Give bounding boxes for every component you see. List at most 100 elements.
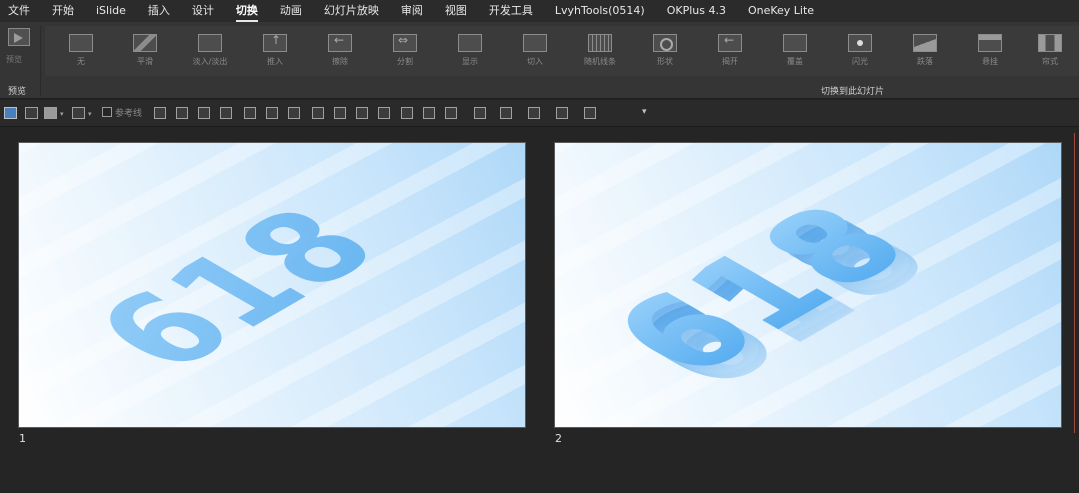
transition-cut-icon — [523, 34, 547, 52]
menu-onekey[interactable]: OneKey Lite — [748, 0, 814, 22]
powerpoint-window: 文件 开始 iSlide 插入 设计 切换 动画 幻灯片放映 审阅 视图 开发工… — [0, 0, 1079, 493]
menu-design[interactable]: 设计 — [192, 0, 214, 22]
transition-label: 揭开 — [722, 57, 738, 66]
preview-group: 预览 预览 — [0, 22, 38, 99]
transition-shape-icon — [653, 34, 677, 52]
transition-push[interactable]: 推入 — [245, 26, 305, 76]
menu-lvyhtools[interactable]: LvyhTools(0514) — [555, 0, 645, 22]
transition-label: 擦除 — [332, 57, 348, 66]
transition-shape[interactable]: 形状 — [635, 26, 695, 76]
transitions-ribbon: 预览 预览 无 平滑 淡入/淡出 推入 擦除 — [0, 22, 1079, 99]
transition-label: 悬挂 — [982, 57, 998, 66]
transition-split-icon — [393, 33, 417, 52]
transition-cut[interactable]: 切入 — [505, 26, 565, 76]
align-top-icon[interactable] — [244, 107, 256, 119]
transition-fall-icon — [913, 34, 937, 52]
transition-none-icon — [69, 34, 93, 52]
menu-okplus[interactable]: OKPlus 4.3 — [667, 0, 726, 22]
transition-curtains[interactable]: 帘式 — [1020, 26, 1079, 76]
transition-label: 闪光 — [852, 57, 868, 66]
slide-2-art-text: 618 — [576, 184, 945, 397]
menu-developer[interactable]: 开发工具 — [489, 0, 533, 22]
transition-gallery: 无 平滑 淡入/淡出 推入 擦除 分割 — [45, 26, 1079, 76]
send-backward-icon[interactable] — [176, 107, 188, 119]
transition-label: 帘式 — [1042, 57, 1058, 66]
preview-button-label: 预览 — [6, 55, 22, 64]
menu-home[interactable]: 开始 — [52, 0, 74, 22]
menu-transitions[interactable]: 切换 — [235, 0, 258, 22]
transition-label: 形状 — [657, 57, 673, 66]
transition-none[interactable]: 无 — [51, 26, 111, 76]
transition-push-icon — [263, 33, 287, 52]
align-baseline-icon[interactable] — [288, 107, 300, 119]
preview-icon — [8, 28, 30, 46]
menu-insert[interactable]: 插入 — [148, 0, 170, 22]
menu-review[interactable]: 审阅 — [401, 0, 423, 22]
extruded-618-artwork: 618 618 618 — [576, 184, 967, 409]
reference-line-label: 参考线 — [115, 109, 143, 119]
transition-fade[interactable]: 淡入/淡出 — [180, 26, 240, 76]
group-icon[interactable] — [474, 107, 486, 119]
transition-cover[interactable]: 覆盖 — [765, 26, 825, 76]
menu-animations[interactable]: 动画 — [280, 0, 302, 22]
slide-thumbnail-2[interactable]: 618 618 618 — [554, 142, 1062, 428]
preview-group-title: 预览 — [8, 87, 27, 97]
effects-icon[interactable] — [528, 107, 540, 119]
delete-background-icon[interactable] — [25, 107, 38, 119]
transition-label: 显示 — [462, 57, 478, 66]
menu-slideshow[interactable]: 幻灯片放映 — [324, 0, 379, 22]
transition-label: 推入 — [267, 57, 283, 66]
preview-button[interactable]: 预览 — [4, 26, 34, 66]
transition-drape[interactable]: 悬挂 — [960, 26, 1020, 76]
transition-morph[interactable]: 平滑 — [115, 26, 175, 76]
transition-label: 跌落 — [917, 57, 933, 66]
distribute-icon[interactable] — [378, 107, 390, 119]
transition-fall[interactable]: 跌落 — [895, 26, 955, 76]
transition-label: 淡入/淡出 — [192, 57, 228, 66]
transition-uncover-icon — [718, 33, 742, 52]
transition-cover-icon — [783, 34, 807, 52]
image-icon[interactable] — [401, 107, 413, 119]
slide-thumbnail-1[interactable]: 618 — [18, 142, 526, 428]
shape-icon[interactable] — [445, 107, 457, 119]
transition-flash[interactable]: 闪光 — [830, 26, 890, 76]
transition-uncover[interactable]: 揭开 — [700, 26, 760, 76]
toolbar-more-icon[interactable]: ▾ — [642, 107, 647, 117]
text-box-icon[interactable] — [423, 107, 435, 119]
line-icon[interactable] — [556, 107, 568, 119]
slide-number-2: 2 — [555, 432, 562, 445]
menu-file[interactable]: 文件 — [8, 0, 30, 22]
slide-size-icon[interactable] — [4, 107, 17, 119]
transition-curtains-icon — [1038, 34, 1062, 52]
transition-wipe-icon — [328, 33, 352, 52]
fill-color-icon[interactable] — [44, 107, 57, 119]
transition-morph-icon — [133, 34, 157, 52]
outline-color-icon[interactable] — [72, 107, 85, 119]
transition-reveal-icon — [458, 34, 482, 52]
crop-icon[interactable] — [584, 107, 596, 119]
chevron-down-icon[interactable]: ▾ — [60, 110, 64, 118]
chevron-down-icon[interactable]: ▾ — [88, 110, 92, 118]
transition-wipe[interactable]: 擦除 — [310, 26, 370, 76]
bring-forward-icon[interactable] — [154, 107, 166, 119]
align-left-icon[interactable] — [312, 107, 324, 119]
vertical-scrollbar[interactable] — [1074, 133, 1075, 433]
reference-line-checkbox[interactable] — [102, 107, 112, 117]
format-painter-icon[interactable] — [500, 107, 512, 119]
align-center-icon[interactable] — [334, 107, 346, 119]
slide-sorter: 618 1 618 618 618 2 — [0, 128, 1079, 493]
menu-islide[interactable]: iSlide — [96, 0, 126, 22]
transitions-group-title: 切换到此幻灯片 — [821, 87, 885, 97]
bring-to-front-icon[interactable] — [198, 107, 210, 119]
transition-label: 分割 — [397, 57, 413, 66]
menu-bar: 文件 开始 iSlide 插入 设计 切换 动画 幻灯片放映 审阅 视图 开发工… — [0, 0, 1079, 22]
align-bottom-icon[interactable] — [266, 107, 278, 119]
transition-split[interactable]: 分割 — [375, 26, 435, 76]
transition-reveal[interactable]: 显示 — [440, 26, 500, 76]
menu-view[interactable]: 视图 — [445, 0, 467, 22]
transition-label: 随机线条 — [584, 57, 616, 66]
transition-fade-icon — [198, 34, 222, 52]
align-middle-icon[interactable] — [356, 107, 368, 119]
send-to-back-icon[interactable] — [220, 107, 232, 119]
transition-random-bars[interactable]: 随机线条 — [570, 26, 630, 76]
